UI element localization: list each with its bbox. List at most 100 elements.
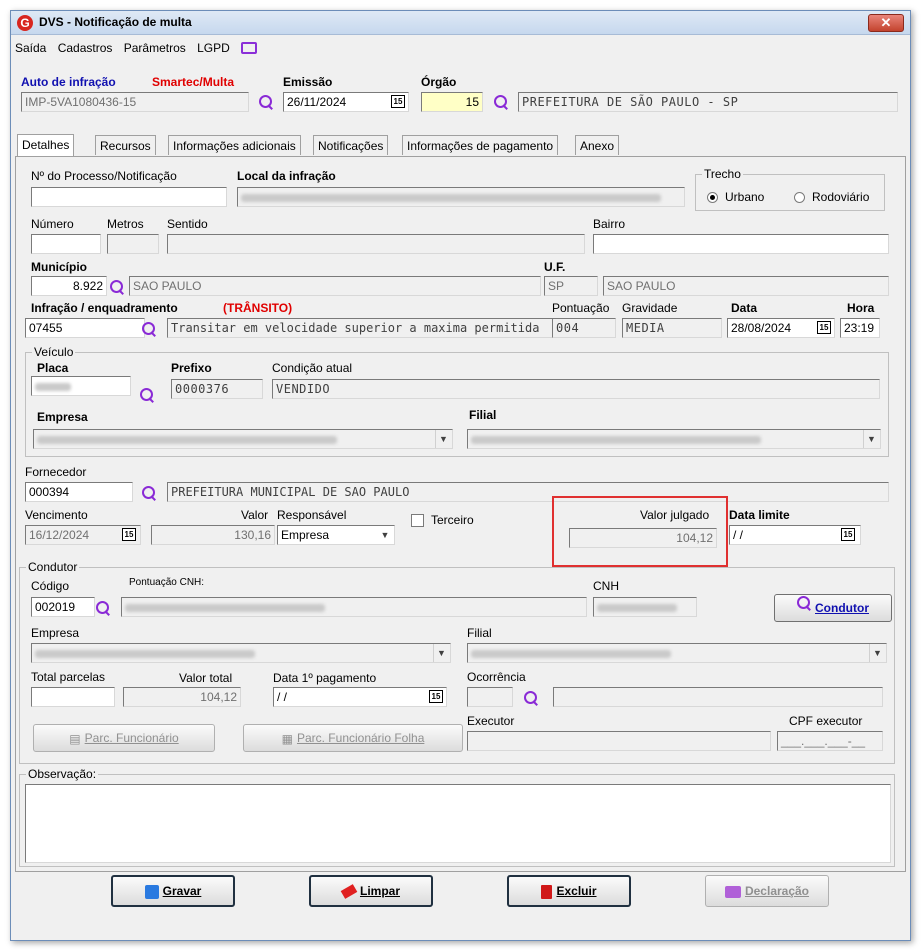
local-redacted xyxy=(241,194,661,202)
prefixo-label: Prefixo xyxy=(171,361,212,375)
responsavel-dropdown-icon[interactable]: ▼ xyxy=(377,526,393,544)
fornecedor-search-icon[interactable] xyxy=(141,485,157,501)
placa-input[interactable] xyxy=(31,376,131,396)
valor-field: 130,16 xyxy=(151,525,275,545)
empresa-select[interactable] xyxy=(33,429,453,449)
trecho-group: Trecho xyxy=(695,167,885,211)
hora-label: Hora xyxy=(847,301,875,315)
numero-input[interactable] xyxy=(31,234,101,254)
local-infracao-input[interactable] xyxy=(237,187,685,207)
infracao-code-input[interactable]: 07455 xyxy=(25,318,145,338)
tab-anexo[interactable]: Anexo xyxy=(575,135,620,155)
condutor-filial-select[interactable] xyxy=(467,643,887,663)
trash-icon xyxy=(541,884,553,899)
parc-funcionario-folha-icon: ▦ xyxy=(281,731,293,746)
condicao-field: VENDIDO xyxy=(272,379,880,399)
infracao-search-icon[interactable] xyxy=(141,321,157,337)
condicao-label: Condição atual xyxy=(272,361,353,375)
gravar-button[interactable]: Gravar xyxy=(111,875,235,907)
print-icon xyxy=(724,885,741,898)
empresa-dropdown-icon[interactable]: ▼ xyxy=(435,430,451,448)
condutor-empresa-select[interactable] xyxy=(31,643,451,663)
vencimento-calendar-icon[interactable]: 15 xyxy=(122,528,136,541)
auto-infracao-input[interactable]: IMP-5VA1080436-15 xyxy=(21,92,249,112)
condutor-name-redacted xyxy=(125,604,325,612)
trecho-rodoviario-radio[interactable] xyxy=(794,192,805,203)
valor-total-label: Valor total xyxy=(179,671,233,685)
placa-search-icon[interactable] xyxy=(139,387,155,403)
processo-input[interactable] xyxy=(31,187,227,207)
filial-dropdown-icon[interactable]: ▼ xyxy=(863,430,879,448)
excluir-button[interactable]: Excluir xyxy=(507,875,631,907)
limpar-button[interactable]: Limpar xyxy=(309,875,433,907)
tab-recursos[interactable]: Recursos xyxy=(95,135,156,155)
data-pagamento-calendar-icon[interactable]: 15 xyxy=(429,690,443,703)
ocorrencia-label: Ocorrência xyxy=(467,670,526,684)
local-infracao-label: Local da infração xyxy=(237,169,336,183)
municipio-code-input[interactable]: 8.922 xyxy=(31,276,107,296)
parc-funcionario-icon: ▤ xyxy=(69,731,81,746)
condutor-button-label: Condutor xyxy=(815,601,869,615)
condutor-code-input[interactable]: 002019 xyxy=(31,597,95,617)
total-parcelas-input[interactable] xyxy=(31,687,115,707)
observacao-textarea[interactable] xyxy=(25,784,891,863)
ocorrencia-search-icon[interactable] xyxy=(523,690,539,706)
metros-input[interactable] xyxy=(107,234,159,254)
condutor-button[interactable]: Condutor xyxy=(774,594,892,622)
cpf-executor-label: CPF executor xyxy=(789,714,863,728)
sentido-input[interactable] xyxy=(167,234,585,254)
menu-item-cadastros[interactable]: Cadastros xyxy=(58,41,113,55)
condutor-code-search-icon[interactable] xyxy=(95,600,111,616)
hora-input[interactable]: 23:19 xyxy=(840,318,880,338)
menu-item-lgpd[interactable]: LGPD xyxy=(197,41,230,55)
data-limite-calendar-icon[interactable]: 15 xyxy=(841,528,855,541)
cpf-executor-field: ___.___.___-__ xyxy=(777,731,883,751)
trecho-urbano-radio[interactable] xyxy=(707,192,718,203)
filial-label: Filial xyxy=(469,408,497,422)
close-button[interactable]: ✕ xyxy=(868,14,904,32)
observacao-legend: Observação: xyxy=(28,767,97,781)
emissao-calendar-icon[interactable]: 15 xyxy=(391,95,405,108)
data-pagamento-label: Data 1º pagamento xyxy=(273,671,377,685)
parc-funcionario-button[interactable]: ▤ Parc. Funcionário xyxy=(33,724,215,752)
declaracao-button[interactable]: Declaração xyxy=(705,875,829,907)
bairro-input[interactable] xyxy=(593,234,889,254)
menu-item-saida[interactable]: Saída xyxy=(15,41,46,55)
auto-infracao-label: Auto de infração xyxy=(21,75,116,89)
declaracao-label: Declaração xyxy=(744,884,810,898)
orgao-search-icon[interactable] xyxy=(493,94,509,110)
municipio-label: Município xyxy=(31,260,87,274)
menu-item-parametros[interactable]: Parâmetros xyxy=(124,41,186,55)
terceiro-checkbox[interactable] xyxy=(411,514,424,527)
tab-notificacoes[interactable]: Notificações xyxy=(313,135,389,155)
filial-select[interactable] xyxy=(467,429,881,449)
trecho-urbano-label: Urbano xyxy=(725,190,765,204)
app-logo-icon: G xyxy=(17,15,33,31)
fornecedor-code-input[interactable]: 000394 xyxy=(25,482,133,502)
condutor-filial-dropdown-icon[interactable]: ▼ xyxy=(869,644,885,662)
valor-total-field: 104,12 xyxy=(123,687,241,707)
data-pagamento-input[interactable]: / / xyxy=(273,687,447,707)
municipio-search-icon[interactable] xyxy=(109,279,125,295)
limpar-label: Limpar xyxy=(359,884,400,898)
pontuacao-label: Pontuação xyxy=(552,301,610,315)
uf-name-field: SAO PAULO xyxy=(603,276,889,296)
filial-redacted xyxy=(471,436,761,444)
parc-funcionario-folha-button[interactable]: ▦ Parc. Funcionário Folha xyxy=(243,724,463,752)
ocorrencia-code-input[interactable] xyxy=(467,687,513,707)
condutor-empresa-dropdown-icon[interactable]: ▼ xyxy=(433,644,449,662)
tab-informacoes-pagamento[interactable]: Informações de pagamento xyxy=(402,135,559,155)
data-calendar-icon[interactable]: 15 xyxy=(817,321,831,334)
orgao-code-input[interactable]: 15 xyxy=(421,92,483,112)
condutor-legend: Condutor xyxy=(28,560,78,574)
tab-informacoes-adicionais[interactable]: Informações adicionais xyxy=(168,135,301,155)
pontuacao-field: 004 xyxy=(552,318,616,338)
lgpd-screen-icon[interactable] xyxy=(241,41,258,54)
placa-label: Placa xyxy=(37,361,69,375)
processo-label: Nº do Processo/Notificação xyxy=(31,169,177,183)
infracao-desc-field: Transitar em velocidade superior a maxim… xyxy=(167,318,553,338)
auto-search-icon[interactable] xyxy=(258,94,274,110)
cnh-redacted xyxy=(597,604,677,612)
condutor-name-field xyxy=(121,597,587,617)
tab-detalhes[interactable]: Detalhes xyxy=(17,134,75,156)
